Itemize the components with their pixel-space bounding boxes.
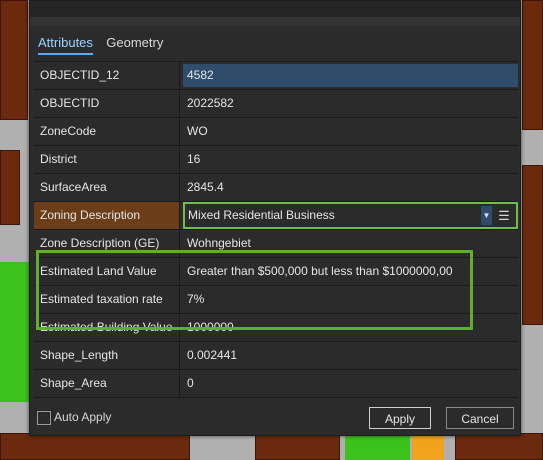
field-value-text: Mixed Residential Business	[188, 208, 335, 222]
tab-attributes[interactable]: Attributes	[38, 35, 93, 55]
field-label: OBJECTID_12	[34, 62, 180, 89]
field-value-text[interactable]: 4582	[183, 64, 518, 87]
attribute-row[interactable]: Estimated Land Value Greater than $500,0…	[34, 258, 518, 286]
field-label: ZoneCode	[34, 118, 180, 145]
cancel-button[interactable]: Cancel	[446, 407, 514, 429]
field-value[interactable]: Greater than $500,000 but less than $100…	[183, 258, 518, 285]
auto-apply-checkbox[interactable]	[37, 411, 51, 425]
map-parcel	[522, 0, 543, 130]
attribute-row[interactable]: District 16	[34, 146, 518, 174]
map-parcel	[522, 165, 543, 325]
field-label: Shape_Length	[34, 342, 180, 369]
field-value[interactable]: 4582	[183, 62, 518, 89]
field-value[interactable]: 0.002441	[183, 342, 518, 369]
field-label: SurfaceArea	[34, 174, 180, 201]
field-label: Zoning Description	[34, 202, 180, 229]
tab-geometry[interactable]: Geometry	[106, 35, 163, 53]
attribute-row[interactable]: Estimated taxation rate 7%	[34, 286, 518, 314]
chevron-down-icon[interactable]: ▼	[481, 206, 492, 225]
attribute-row-zoning-description[interactable]: Zoning Description Mixed Residential Bus…	[34, 202, 518, 230]
map-parcel	[345, 433, 410, 460]
map-parcel	[0, 262, 29, 402]
field-label: Shape_Area	[34, 370, 180, 397]
pane-toolbar	[30, 17, 520, 26]
apply-button[interactable]: Apply	[369, 407, 431, 429]
field-value[interactable]: 1000000	[183, 314, 518, 341]
attribute-row[interactable]: SurfaceArea 2845.4	[34, 174, 518, 202]
tab-strip: Attributes Geometry	[38, 35, 173, 57]
attribute-row[interactable]: Shape_Length 0.002441	[34, 342, 518, 370]
attribute-row[interactable]: Estimated Building Value 1000000	[34, 314, 518, 342]
attribute-grid: OBJECTID_12 4582 OBJECTID 2022582 ZoneCo…	[34, 61, 518, 398]
map-parcel	[0, 433, 190, 460]
zoning-description-dropdown[interactable]: Mixed Residential Business ▼ ☰	[183, 202, 518, 229]
field-label: Estimated taxation rate	[34, 286, 180, 313]
field-value[interactable]: 2022582	[183, 90, 518, 117]
field-label: Zone Description (GE)	[34, 230, 180, 257]
field-value[interactable]: 2845.4	[183, 174, 518, 201]
field-label: Estimated Building Value	[34, 314, 180, 341]
attribute-row[interactable]: OBJECTID 2022582	[34, 90, 518, 118]
attribute-row[interactable]: Shape_Area 0	[34, 370, 518, 398]
map-parcel	[0, 150, 20, 225]
field-value[interactable]: 0	[183, 370, 518, 397]
field-value[interactable]: WO	[183, 118, 518, 145]
map-parcel	[0, 0, 28, 120]
pane-footer: Auto Apply Apply Cancel	[30, 403, 520, 433]
attributes-pane: Attributes Geometry OBJECTID_12 4582 OBJ…	[29, 0, 521, 436]
auto-apply-label[interactable]: Auto Apply	[54, 410, 111, 424]
field-value[interactable]: 7%	[183, 286, 518, 313]
map-parcel	[412, 433, 444, 460]
field-label: District	[34, 146, 180, 173]
field-value[interactable]: Wohngebiet	[183, 230, 518, 257]
attribute-row[interactable]: OBJECTID_12 4582	[34, 62, 518, 90]
list-edit-icon[interactable]: ☰	[494, 205, 514, 226]
field-label: Estimated Land Value	[34, 258, 180, 285]
attribute-row[interactable]: ZoneCode WO	[34, 118, 518, 146]
attribute-row[interactable]: Zone Description (GE) Wohngebiet	[34, 230, 518, 258]
map-parcel	[255, 433, 340, 460]
field-label: OBJECTID	[34, 90, 180, 117]
map-parcel	[455, 433, 543, 460]
field-value[interactable]: 16	[183, 146, 518, 173]
